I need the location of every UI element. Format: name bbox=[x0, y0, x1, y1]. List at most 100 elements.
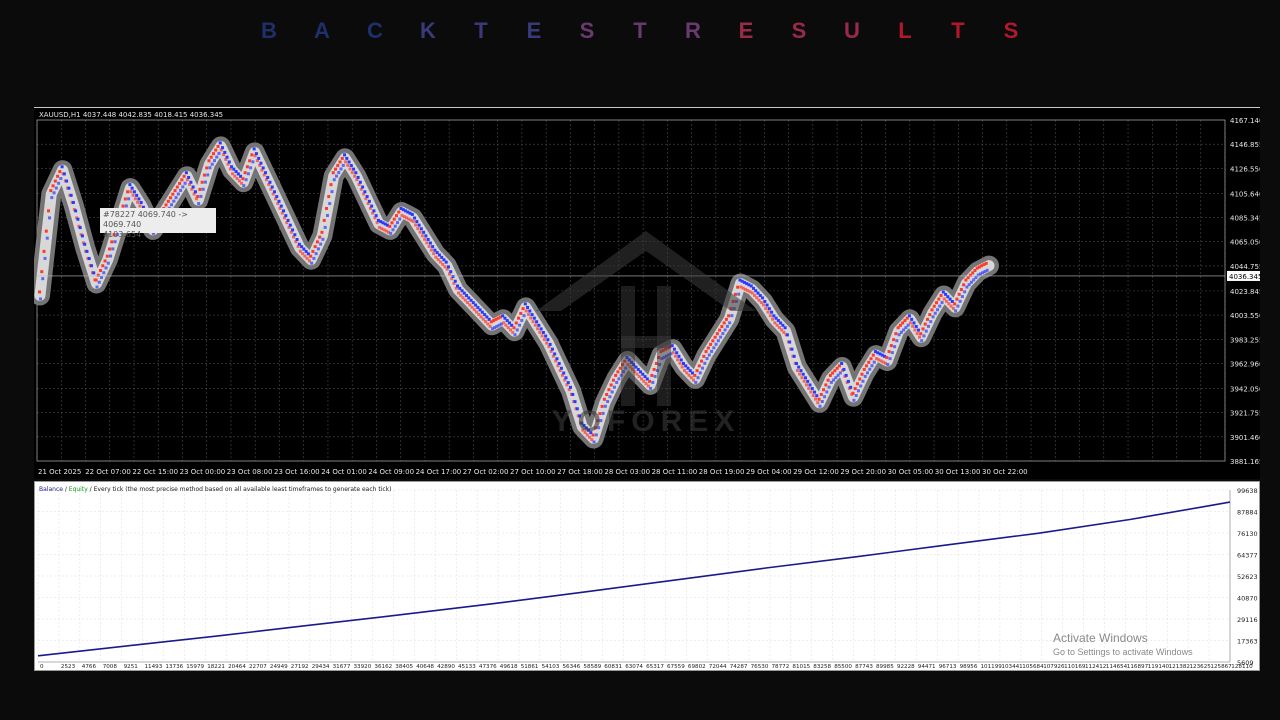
trade-marker bbox=[410, 212, 414, 216]
trade-marker bbox=[124, 204, 128, 208]
x-tick-label: 0 bbox=[40, 664, 44, 670]
x-tick-label: 112412 bbox=[1085, 664, 1106, 670]
trade-marker bbox=[295, 237, 299, 241]
x-tick-label: 22 Oct 15:00 bbox=[132, 468, 178, 476]
title-letter: T bbox=[474, 18, 488, 43]
legend-method: / Every tick (the most precise method ba… bbox=[87, 486, 392, 493]
trade-marker bbox=[203, 180, 207, 184]
trade-marker bbox=[826, 378, 830, 382]
y-tick-label: 40870 bbox=[1237, 594, 1258, 602]
x-tick-label: 45133 bbox=[458, 664, 476, 670]
trade-marker bbox=[332, 178, 336, 182]
y-tick-label: 87884 bbox=[1237, 509, 1258, 517]
trade-marker bbox=[216, 144, 220, 148]
trade-marker bbox=[170, 203, 174, 207]
trade-marker bbox=[279, 204, 283, 208]
trade-marker bbox=[327, 195, 331, 199]
trade-marker bbox=[919, 332, 923, 336]
x-tick-label: 96713 bbox=[939, 664, 957, 670]
trade-marker bbox=[895, 339, 899, 343]
trade-marker bbox=[911, 324, 915, 328]
trade-marker bbox=[218, 141, 222, 145]
x-tick-label: 54103 bbox=[542, 664, 560, 670]
y-tick-label: 4167.140 bbox=[1230, 117, 1260, 125]
x-tick-label: 27 Oct 18:00 bbox=[557, 468, 603, 476]
trade-marker bbox=[123, 197, 127, 201]
trade-marker bbox=[95, 285, 99, 289]
trade-marker bbox=[370, 204, 374, 208]
trade-marker bbox=[907, 314, 911, 318]
title-letter: E bbox=[738, 18, 754, 43]
trade-marker bbox=[923, 322, 927, 326]
trade-marker bbox=[856, 389, 860, 393]
x-tick-label: 30 Oct 13:00 bbox=[935, 468, 981, 476]
trade-marker bbox=[807, 386, 811, 390]
trade-marker bbox=[179, 188, 183, 192]
trade-marker bbox=[924, 329, 928, 333]
trade-marker bbox=[395, 214, 399, 218]
watermark-line-2: Go to Settings to activate Windows bbox=[1053, 647, 1193, 657]
x-tick-label: 107926 bbox=[1043, 664, 1065, 670]
equity-chart-panel[interactable]: 99638 87884 76130 64377 52623 40870 29116 17363… bbox=[34, 481, 1260, 671]
x-tick-label: 89985 bbox=[876, 664, 894, 670]
trade-marker bbox=[104, 266, 108, 270]
trade-marker bbox=[266, 175, 270, 179]
trade-marker bbox=[176, 192, 180, 196]
trade-marker bbox=[92, 271, 96, 275]
trade-marker bbox=[367, 199, 371, 203]
trade-marker bbox=[205, 166, 209, 170]
trade-marker bbox=[331, 171, 335, 175]
trade-marker bbox=[846, 379, 850, 383]
trade-marker bbox=[217, 151, 221, 155]
current-price-label: 4036.345 bbox=[1229, 273, 1260, 281]
trade-marker bbox=[354, 171, 358, 175]
trade-marker bbox=[854, 394, 858, 398]
activate-windows-watermark: Activate Windows Go to Settings to activ… bbox=[1053, 631, 1193, 659]
trade-marker bbox=[864, 364, 868, 368]
trade-marker bbox=[309, 254, 313, 258]
page-title: BACKTESTRESULTS bbox=[0, 18, 1280, 44]
trade-marker bbox=[339, 167, 343, 171]
price-chart-panel[interactable]: 4167.140 4146.855 4126.550 4105.640 4085.345… bbox=[34, 107, 1260, 479]
trade-marker bbox=[920, 339, 924, 343]
trade-marker bbox=[57, 181, 61, 185]
trade-marker bbox=[328, 202, 332, 206]
trade-marker bbox=[424, 234, 428, 238]
trade-marker bbox=[799, 369, 803, 373]
trade-marker bbox=[58, 170, 62, 174]
trade-marker bbox=[862, 367, 866, 371]
trade-marker bbox=[316, 247, 320, 251]
trade-marker bbox=[771, 317, 775, 321]
x-tick-label: 36162 bbox=[374, 664, 392, 670]
trade-marker bbox=[171, 192, 175, 196]
trade-marker bbox=[45, 236, 49, 240]
y-tick-label: 99638 bbox=[1237, 487, 1258, 495]
trade-marker bbox=[985, 268, 989, 272]
trade-marker bbox=[225, 155, 229, 159]
trade-marker bbox=[62, 172, 66, 176]
x-tick-label: 27 Oct 10:00 bbox=[510, 468, 556, 476]
trade-marker bbox=[85, 249, 89, 253]
trade-marker bbox=[795, 368, 799, 372]
x-tick-label: 98956 bbox=[960, 664, 978, 670]
trade-marker bbox=[214, 148, 218, 152]
trade-marker bbox=[425, 241, 429, 245]
trade-marker bbox=[515, 328, 519, 332]
trade-marker bbox=[388, 224, 392, 228]
trade-marker bbox=[453, 279, 457, 283]
x-tick-label: 125867 bbox=[1210, 664, 1232, 670]
trade-marker bbox=[343, 153, 347, 157]
trade-marker bbox=[432, 252, 436, 256]
x-tick-label: 121382 bbox=[1169, 664, 1190, 670]
title-letter: R bbox=[685, 18, 701, 43]
trade-marker bbox=[867, 360, 871, 364]
trade-marker bbox=[853, 387, 857, 391]
trade-marker bbox=[825, 390, 829, 394]
trade-marker bbox=[113, 240, 117, 244]
trade-marker bbox=[519, 311, 523, 315]
trade-marker bbox=[932, 304, 936, 308]
trade-marker bbox=[174, 196, 178, 200]
trade-marker bbox=[109, 254, 113, 258]
x-tick-label: 27192 bbox=[291, 664, 309, 670]
x-tick-label: 15979 bbox=[186, 664, 204, 670]
